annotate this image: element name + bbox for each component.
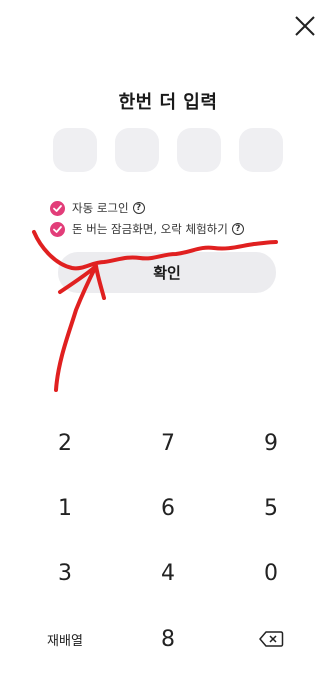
shuffle-button[interactable]: 재배열: [25, 614, 105, 664]
auto-login-option[interactable]: 자동 로그인 ?: [50, 198, 145, 218]
page-title: 한번 더 입력: [118, 92, 218, 113]
lockscreen-checkbox[interactable]: [50, 221, 65, 237]
backspace-icon: [259, 631, 284, 647]
lockscreen-option[interactable]: 돈 버는 잠금화면, 오락 체험하기 ?: [50, 219, 244, 239]
pin-slot-3: [177, 128, 221, 172]
pin-slot-2: [115, 128, 159, 172]
pin-indicator: [53, 128, 285, 172]
auto-login-label: 자동 로그인: [72, 201, 129, 215]
close-button[interactable]: [291, 12, 319, 40]
key-digit[interactable]: 2: [25, 418, 105, 468]
help-icon[interactable]: ?: [132, 202, 145, 214]
lockscreen-label: 돈 버는 잠금화면, 오락 체험하기: [72, 222, 228, 236]
pin-slot-4: [239, 128, 283, 172]
pin-slot-1: [53, 128, 97, 172]
key-digit[interactable]: 3: [25, 548, 105, 598]
key-digit[interactable]: 7: [128, 418, 208, 468]
key-digit[interactable]: 1: [25, 483, 105, 533]
key-digit[interactable]: 6: [128, 483, 208, 533]
check-icon: [53, 225, 62, 233]
key-digit[interactable]: 0: [231, 548, 311, 598]
key-digit[interactable]: 9: [231, 418, 311, 468]
key-digit[interactable]: 4: [128, 548, 208, 598]
key-digit[interactable]: 5: [231, 483, 311, 533]
auto-login-checkbox[interactable]: [50, 200, 65, 216]
close-icon: [295, 16, 315, 36]
check-icon: [53, 204, 62, 212]
confirm-button[interactable]: 확인: [58, 252, 276, 293]
help-icon[interactable]: ?: [231, 223, 244, 235]
key-digit[interactable]: 8: [128, 614, 208, 664]
backspace-button[interactable]: [231, 614, 311, 664]
